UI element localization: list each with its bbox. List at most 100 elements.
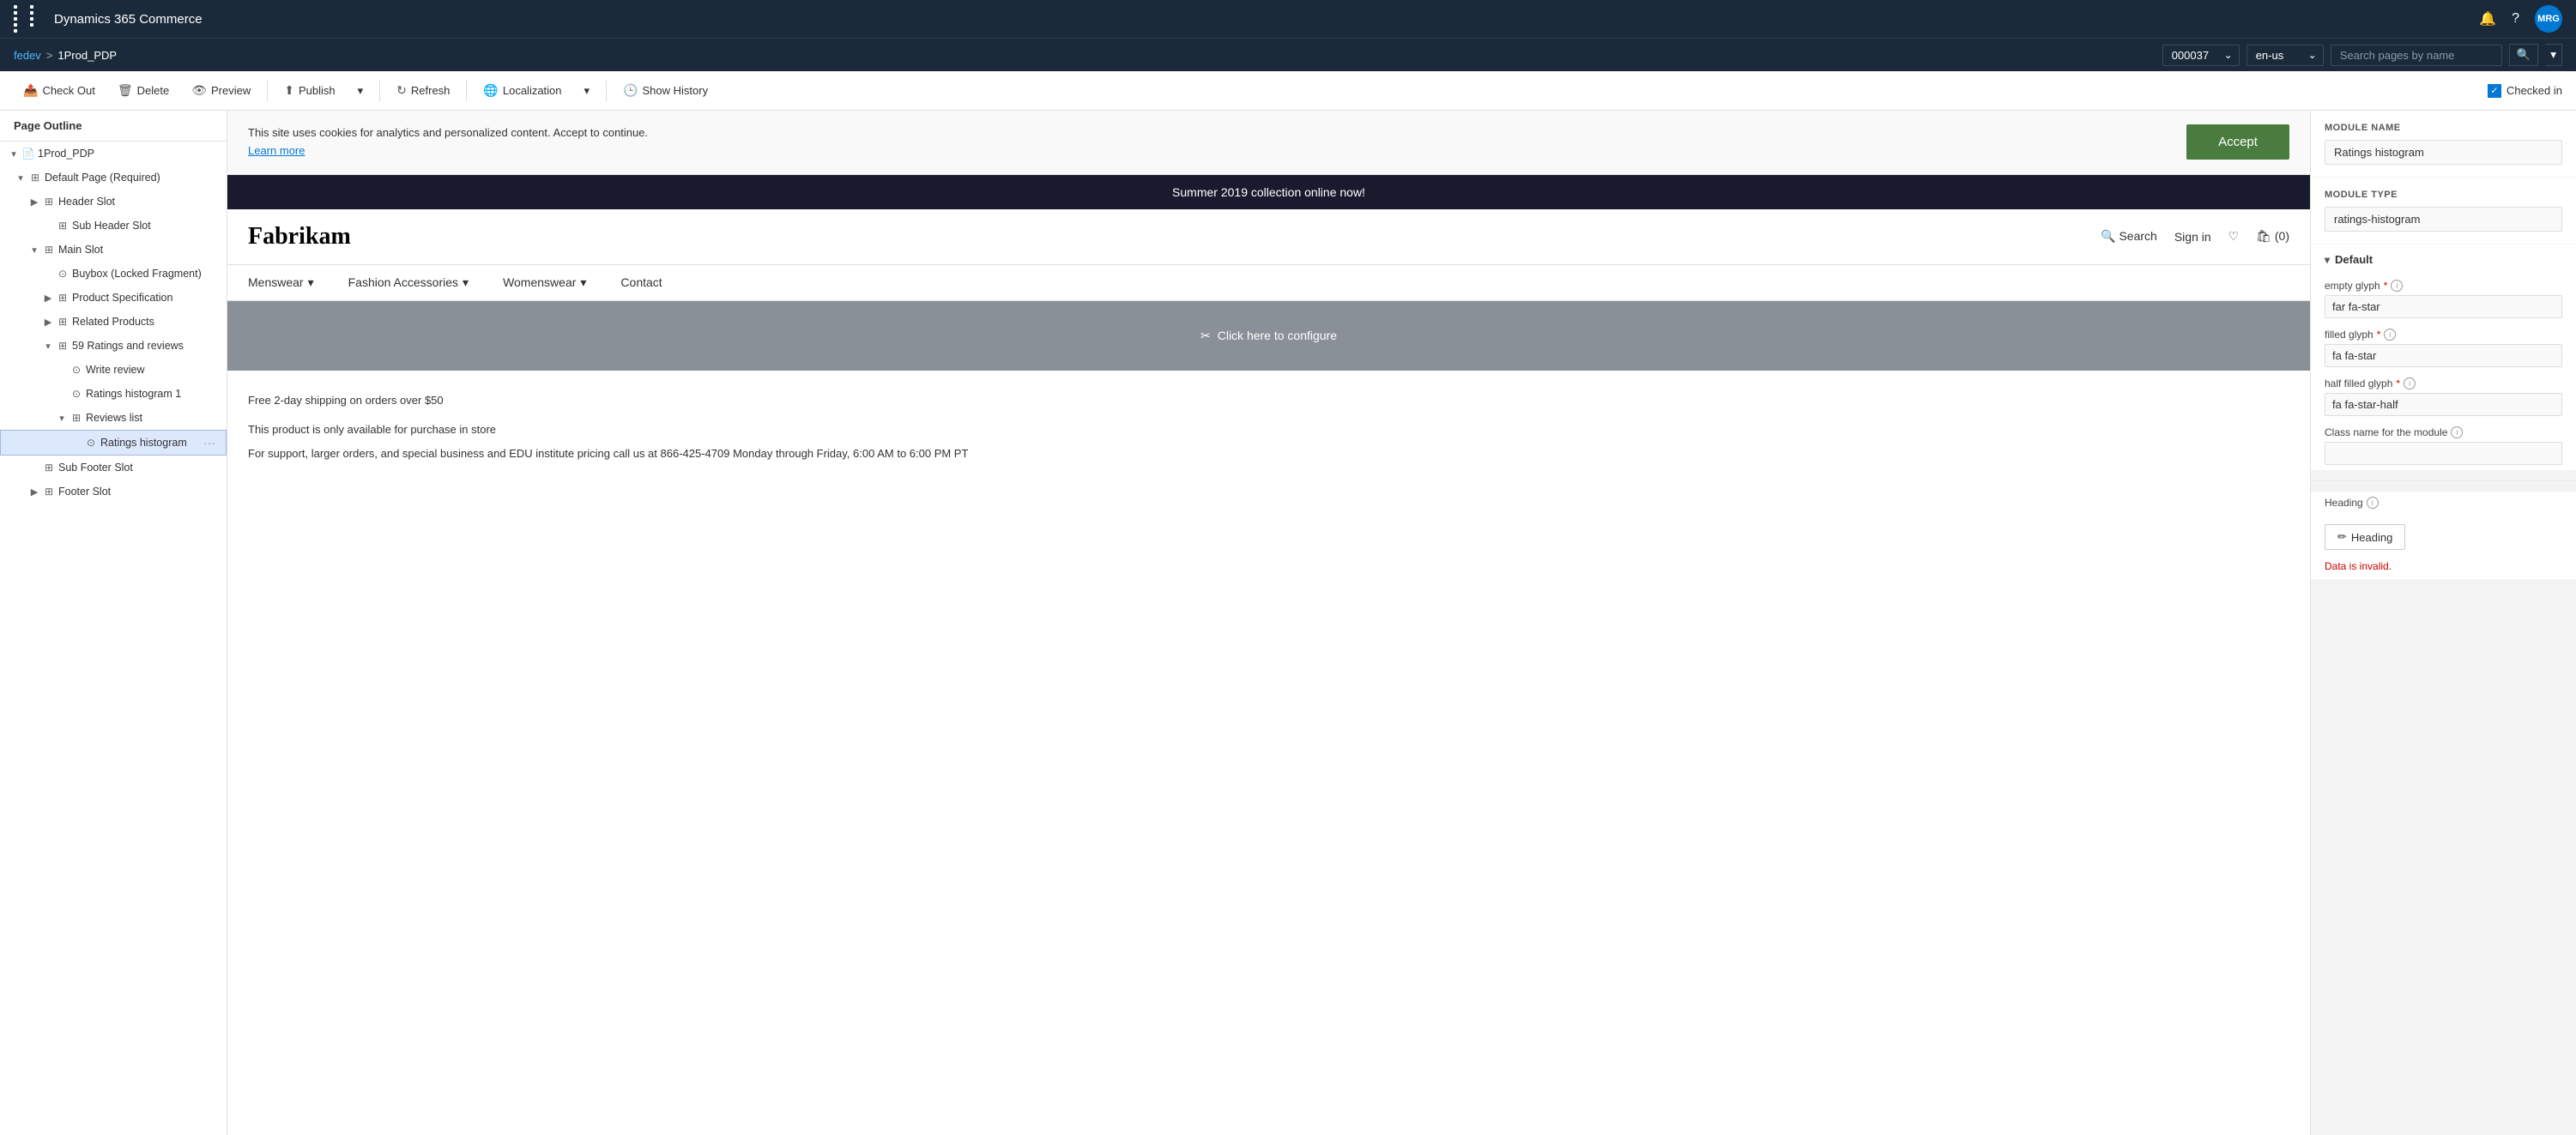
tree-item-write-review[interactable]: ⊙ Write review bbox=[0, 358, 227, 382]
tree-more-histogram[interactable]: ··· bbox=[200, 434, 219, 451]
slot-icon-main: ⊞ bbox=[41, 244, 57, 256]
publish-button[interactable]: ⬆ Publish bbox=[275, 78, 344, 103]
tree-toggle-main[interactable]: ▾ bbox=[27, 245, 41, 256]
panel-divider bbox=[2311, 480, 2576, 481]
module-name-input[interactable] bbox=[2325, 140, 2562, 165]
configure-area[interactable]: ✂ Click here to configure bbox=[227, 301, 2310, 371]
empty-glyph-label: empty glyph * i bbox=[2325, 280, 2562, 292]
preview-button[interactable]: 👁 Preview bbox=[182, 78, 260, 103]
locale-dropdown-wrapper[interactable]: en-us bbox=[2246, 45, 2324, 66]
tree-item-1prod-pdp[interactable]: ▾ 📄 1Prod_PDP bbox=[0, 142, 227, 166]
publish-icon: ⬆ bbox=[284, 83, 294, 98]
checked-in-label: Checked in bbox=[2506, 84, 2562, 97]
notification-icon[interactable]: 🔔 bbox=[2479, 10, 2496, 27]
checked-in-status: ✓ Checked in bbox=[2488, 84, 2562, 98]
module-type-input[interactable] bbox=[2325, 207, 2562, 232]
delete-icon: 🗑 bbox=[118, 83, 133, 98]
tree-toggle-reviews-list[interactable]: ▾ bbox=[55, 413, 69, 424]
delete-button[interactable]: 🗑 Delete bbox=[108, 78, 178, 103]
menu-item-contact[interactable]: Contact bbox=[620, 275, 662, 290]
heading-info[interactable]: i bbox=[2367, 497, 2379, 509]
heading-field-label: Heading i bbox=[2325, 497, 2562, 509]
half-filled-glyph-info[interactable]: i bbox=[2404, 377, 2416, 389]
heading-editor: ✏ Heading bbox=[2311, 517, 2576, 557]
empty-glyph-info[interactable]: i bbox=[2391, 280, 2403, 292]
empty-glyph-value: far fa-star bbox=[2325, 295, 2562, 318]
tree-item-reviews-list[interactable]: ▾ ⊞ Reviews list bbox=[0, 406, 227, 430]
app-grid-icon[interactable] bbox=[14, 5, 44, 33]
help-icon[interactable]: ? bbox=[2512, 11, 2519, 27]
tree-toggle-related[interactable]: ▶ bbox=[41, 317, 55, 328]
module-type-section: Module Type bbox=[2311, 178, 2576, 244]
user-avatar[interactable]: MRG bbox=[2535, 5, 2562, 33]
locale-dropdown[interactable]: en-us bbox=[2246, 45, 2324, 66]
tree-label-default-page: Default Page (Required) bbox=[45, 172, 220, 184]
tree-label-write-review: Write review bbox=[86, 364, 220, 376]
page-search-expand[interactable]: ▾ bbox=[2545, 44, 2562, 66]
tree-toggle-ratings[interactable]: ▾ bbox=[41, 341, 55, 352]
tree-toggle-1prod[interactable]: ▾ bbox=[7, 148, 21, 160]
default-section-header[interactable]: ▾ Default bbox=[2311, 245, 2576, 275]
page-search-button[interactable]: 🔍 bbox=[2509, 44, 2539, 66]
module-icon-write-review: ⊙ bbox=[69, 364, 84, 376]
heading-btn-label: Heading bbox=[2351, 531, 2392, 544]
class-name-info[interactable]: i bbox=[2451, 426, 2463, 438]
publish-label: Publish bbox=[299, 84, 336, 97]
tree-item-ratings-histogram[interactable]: ⊙ Ratings histogram ··· bbox=[0, 430, 227, 456]
toolbar-divider-2 bbox=[379, 81, 380, 101]
breadcrumb-link[interactable]: fedev bbox=[14, 49, 41, 62]
menu-item-womenswear[interactable]: Womenswear ▾ bbox=[503, 275, 586, 290]
filled-glyph-value: fa fa-star bbox=[2325, 344, 2562, 367]
tree-item-product-spec[interactable]: ▶ ⊞ Product Specification bbox=[0, 286, 227, 310]
tree-label-reviews-list: Reviews list bbox=[86, 412, 220, 424]
wishlist-icon[interactable]: ♡ bbox=[2228, 229, 2240, 244]
checked-in-checkbox[interactable]: ✓ bbox=[2488, 84, 2501, 98]
refresh-button[interactable]: ↻ Refresh bbox=[387, 78, 459, 103]
tree-toggle-product-spec[interactable]: ▶ bbox=[41, 293, 55, 304]
show-history-button[interactable]: 🕒 Show History bbox=[614, 78, 717, 103]
tree-item-ratings-histogram-1[interactable]: ⊙ Ratings histogram 1 bbox=[0, 382, 227, 406]
promo-banner: Summer 2019 collection online now! bbox=[227, 175, 2310, 209]
heading-edit-button[interactable]: ✏ Heading bbox=[2325, 524, 2405, 550]
menu-item-menswear[interactable]: Menswear ▾ bbox=[248, 275, 314, 290]
filled-glyph-info[interactable]: i bbox=[2384, 329, 2396, 341]
tree-toggle-header[interactable]: ▶ bbox=[27, 196, 41, 208]
localization-dropdown[interactable]: ▾ bbox=[575, 79, 600, 103]
store-nav-icons: 🔍 Search Sign in ♡ 🛍 (0) bbox=[2101, 229, 2289, 244]
half-filled-glyph-value: fa fa-star-half bbox=[2325, 393, 2562, 416]
store-dropdown-wrapper[interactable]: 000037 bbox=[2162, 45, 2240, 66]
search-nav-icon[interactable]: 🔍 Search bbox=[2101, 229, 2157, 244]
toolbar-divider-3 bbox=[466, 81, 467, 101]
tree-toggle-default[interactable]: ▾ bbox=[14, 172, 27, 184]
tree-label-ratings-histogram: Ratings histogram bbox=[100, 437, 200, 449]
learn-more-link[interactable]: Learn more bbox=[248, 144, 305, 157]
page-search-input[interactable] bbox=[2331, 45, 2502, 66]
tree-item-sub-header[interactable]: ⊞ Sub Header Slot bbox=[0, 214, 227, 238]
container-icon-reviews-list: ⊞ bbox=[69, 412, 84, 424]
cookie-banner: This site uses cookies for analytics and… bbox=[227, 111, 2310, 175]
localization-button[interactable]: 🌐 Localization bbox=[474, 78, 571, 103]
tree-item-buybox[interactable]: ⊙ Buybox (Locked Fragment) bbox=[0, 262, 227, 286]
checkout-button[interactable]: 📤 Check Out bbox=[14, 78, 105, 103]
tree-label-footer-slot: Footer Slot bbox=[58, 486, 220, 498]
tree-item-main-slot[interactable]: ▾ ⊞ Main Slot bbox=[0, 238, 227, 262]
refresh-icon: ↻ bbox=[396, 83, 407, 98]
tree-item-related-products[interactable]: ▶ ⊞ Related Products bbox=[0, 310, 227, 334]
tree-item-footer-slot[interactable]: ▶ ⊞ Footer Slot bbox=[0, 480, 227, 504]
tree-item-default-page[interactable]: ▾ ⊞ Default Page (Required) bbox=[0, 166, 227, 190]
store-dropdown[interactable]: 000037 bbox=[2162, 45, 2240, 66]
page-icon: 📄 bbox=[21, 148, 36, 160]
publish-dropdown[interactable]: ▾ bbox=[348, 79, 373, 103]
fashion-chevron: ▾ bbox=[463, 275, 469, 290]
slot-icon-footer: ⊞ bbox=[41, 486, 57, 498]
tree-item-sub-footer[interactable]: ⊞ Sub Footer Slot bbox=[0, 456, 227, 480]
menu-item-fashion[interactable]: Fashion Accessories ▾ bbox=[348, 275, 469, 290]
signin-link[interactable]: Sign in bbox=[2174, 230, 2211, 244]
tree-item-header-slot[interactable]: ▶ ⊞ Header Slot bbox=[0, 190, 227, 214]
tree-toggle-footer[interactable]: ▶ bbox=[27, 486, 41, 498]
container-icon-default: ⊞ bbox=[27, 172, 43, 184]
container-icon-product-spec: ⊞ bbox=[55, 292, 70, 304]
accept-button[interactable]: Accept bbox=[2186, 124, 2289, 160]
tree-item-ratings-reviews[interactable]: ▾ ⊞ 59 Ratings and reviews bbox=[0, 334, 227, 358]
cart-icon[interactable]: 🛍 (0) bbox=[2256, 229, 2289, 244]
